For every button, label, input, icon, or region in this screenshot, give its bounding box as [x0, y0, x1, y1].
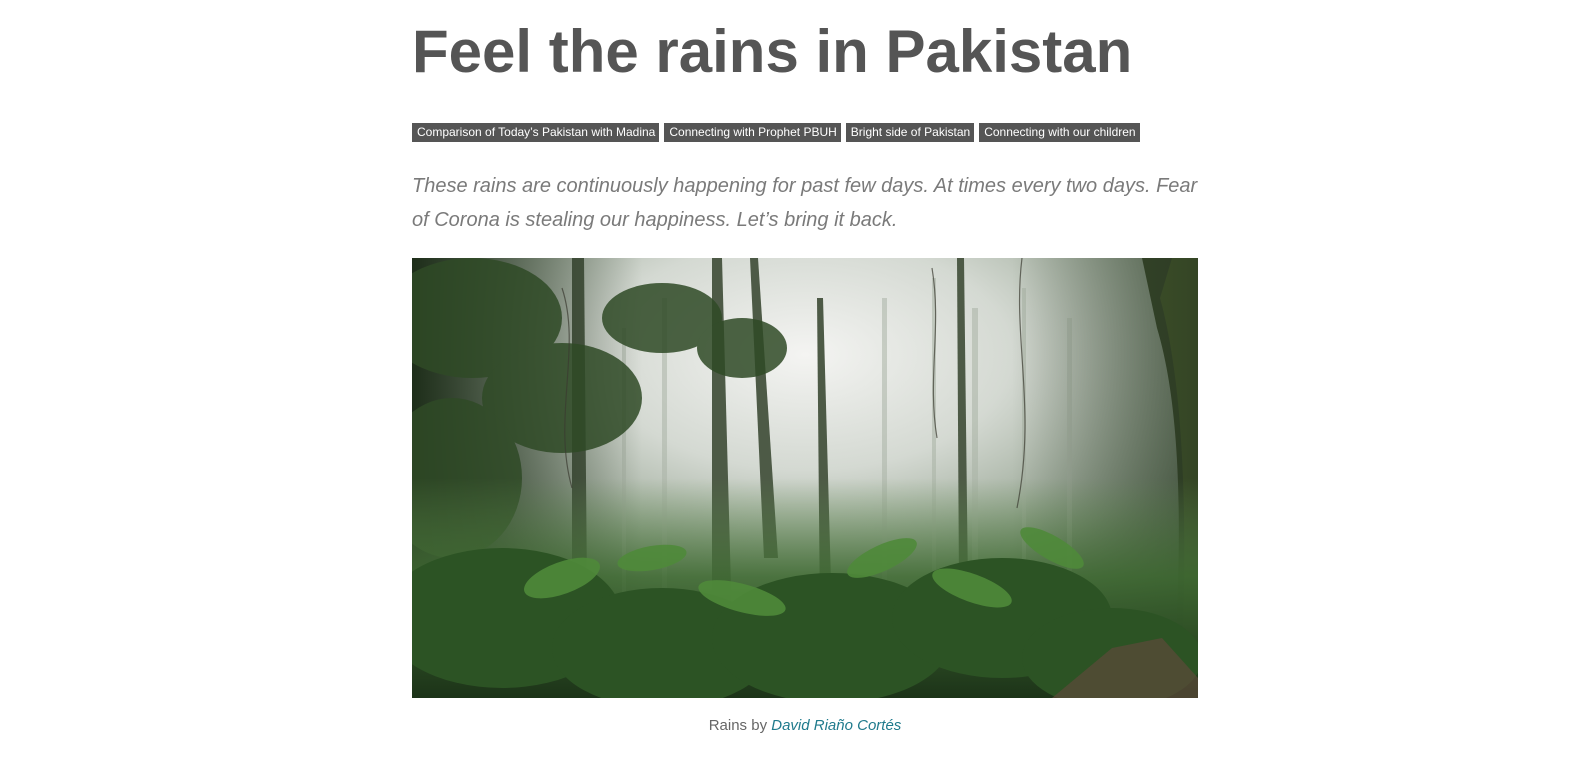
image-caption: Rains by David Riaño Cortés — [412, 716, 1198, 736]
rainforest-photo — [412, 258, 1198, 698]
caption-prefix: Rains by — [708, 717, 772, 734]
photo-credit-link[interactable]: David Riaño Cortés — [771, 717, 901, 734]
tag-prophet-pbuh[interactable]: Connecting with Prophet PBUH — [664, 123, 841, 142]
article-lead: These rains are continuously happening f… — [412, 175, 1198, 231]
tag-madina-comparison[interactable]: Comparison of Today’s Pakistan with Madi… — [412, 123, 660, 142]
tag-bright-side[interactable]: Bright side of Pakistan — [845, 123, 975, 142]
article-title: Feel the rains in Pakistan — [412, 18, 1133, 85]
tag-our-children[interactable]: Connecting with our children — [979, 123, 1140, 142]
tag-list: Comparison of Today’s Pakistan with Madi… — [412, 123, 1140, 142]
